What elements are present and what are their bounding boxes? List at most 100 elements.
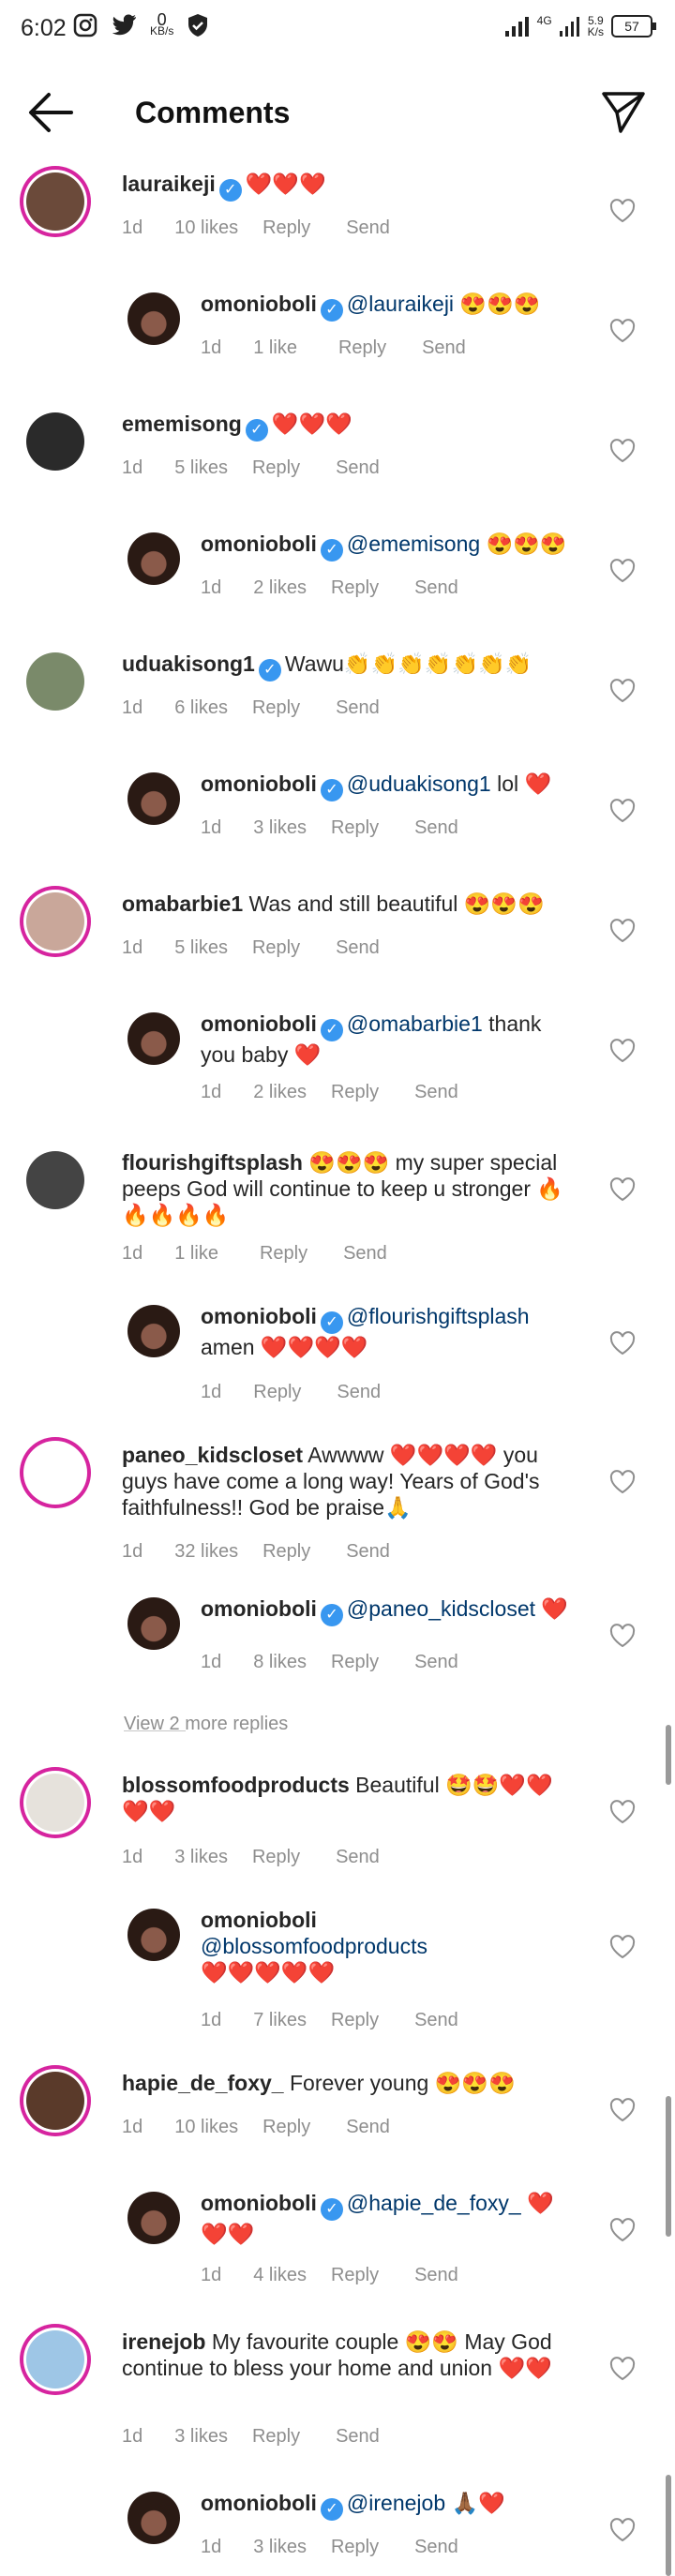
reply-button[interactable]: Reply xyxy=(262,217,310,239)
username-link[interactable]: omonioboli xyxy=(201,2491,317,2515)
like-heart-icon[interactable] xyxy=(609,1177,636,1202)
likes[interactable]: 3 likes xyxy=(174,2426,228,2448)
reply-button[interactable]: Reply xyxy=(252,697,300,719)
reply-button[interactable]: Reply xyxy=(262,2117,310,2138)
back-arrow-icon[interactable] xyxy=(26,90,75,135)
view-more-replies-button[interactable]: View 2 more replies xyxy=(124,1714,288,1735)
avatar[interactable] xyxy=(128,2492,180,2544)
username-link[interactable]: ememisong xyxy=(122,412,242,436)
like-heart-icon[interactable] xyxy=(609,1935,636,1959)
like-heart-icon[interactable] xyxy=(609,1470,636,1494)
send-button[interactable]: Send xyxy=(336,1847,380,1868)
avatar[interactable] xyxy=(128,292,180,345)
like-heart-icon[interactable] xyxy=(609,1624,636,1648)
likes[interactable]: 32 likes xyxy=(174,1541,238,1563)
like-heart-icon[interactable] xyxy=(609,1331,636,1355)
avatar[interactable] xyxy=(128,1305,180,1357)
mention-link[interactable]: @lauraikeji xyxy=(347,292,454,316)
send-button[interactable]: Send xyxy=(336,697,380,719)
username-link[interactable]: blossomfoodproducts xyxy=(122,1773,350,1797)
avatar[interactable] xyxy=(26,412,84,471)
reply-button[interactable]: Reply xyxy=(331,577,379,599)
avatar[interactable] xyxy=(26,1151,84,1209)
avatar[interactable] xyxy=(128,1909,180,1961)
username-link[interactable]: hapie_de_foxy_ xyxy=(122,2071,284,2095)
scrollbar-3[interactable] xyxy=(666,2475,671,2576)
send-button[interactable]: Send xyxy=(346,1541,390,1563)
likes[interactable]: 1 like xyxy=(174,1243,218,1265)
like-heart-icon[interactable] xyxy=(609,559,636,583)
avatar[interactable] xyxy=(26,1774,84,1832)
username-link[interactable]: omonioboli xyxy=(201,292,317,316)
reply-button[interactable]: Reply xyxy=(260,1243,308,1265)
likes[interactable]: 6 likes xyxy=(174,697,228,719)
likes[interactable]: 3 likes xyxy=(174,1847,228,1868)
avatar[interactable] xyxy=(128,532,180,585)
reply-button[interactable]: Reply xyxy=(331,817,379,839)
username-link[interactable]: irenejob xyxy=(122,2329,205,2354)
mention-link[interactable]: @hapie_de_foxy_ xyxy=(347,2191,521,2215)
like-heart-icon[interactable] xyxy=(609,319,636,343)
likes[interactable]: 8 likes xyxy=(253,1652,307,1673)
likes[interactable]: 5 likes xyxy=(174,937,228,959)
username-link[interactable]: omonioboli xyxy=(201,1908,317,1932)
send-button[interactable]: Send xyxy=(336,457,380,479)
send-button[interactable]: Send xyxy=(336,937,380,959)
mention-link[interactable]: @blossomfoodproducts xyxy=(201,1933,576,1959)
reply-button[interactable]: Reply xyxy=(252,2426,300,2448)
send-button[interactable]: Send xyxy=(336,2426,380,2448)
mention-link[interactable]: @irenejob xyxy=(347,2491,445,2515)
direct-message-icon[interactable] xyxy=(600,88,647,135)
send-button[interactable]: Send xyxy=(414,2265,458,2286)
likes[interactable]: 4 likes xyxy=(253,2265,307,2286)
like-heart-icon[interactable] xyxy=(609,1039,636,1063)
reply-button[interactable]: Reply xyxy=(253,1382,301,1403)
send-button[interactable]: Send xyxy=(414,817,458,839)
username-link[interactable]: omabarbie1 xyxy=(122,891,243,916)
likes[interactable]: 1 like xyxy=(253,337,297,359)
avatar[interactable] xyxy=(128,1012,180,1065)
scrollbar-2[interactable] xyxy=(666,2096,671,2237)
username-link[interactable]: flourishgiftsplash xyxy=(122,1150,303,1175)
send-button[interactable]: Send xyxy=(414,2010,458,2031)
send-button[interactable]: Send xyxy=(414,1082,458,1103)
reply-button[interactable]: Reply xyxy=(338,337,386,359)
send-button[interactable]: Send xyxy=(422,337,466,359)
reply-button[interactable]: Reply xyxy=(262,1541,310,1563)
send-button[interactable]: Send xyxy=(343,1243,387,1265)
avatar[interactable] xyxy=(128,2192,180,2244)
like-heart-icon[interactable] xyxy=(609,199,636,223)
likes[interactable]: 2 likes xyxy=(253,1082,307,1103)
username-link[interactable]: omonioboli xyxy=(201,1011,317,1036)
send-button[interactable]: Send xyxy=(414,577,458,599)
scrollbar[interactable] xyxy=(666,1725,671,1785)
username-link[interactable]: omonioboli xyxy=(201,1596,317,1621)
reply-button[interactable]: Reply xyxy=(331,2537,379,2558)
avatar[interactable] xyxy=(26,2072,84,2130)
like-heart-icon[interactable] xyxy=(609,2218,636,2242)
username-link[interactable]: omonioboli xyxy=(201,1304,317,1328)
avatar[interactable] xyxy=(26,1444,84,1502)
like-heart-icon[interactable] xyxy=(609,439,636,463)
username-link[interactable]: uduakisong1 xyxy=(122,651,255,676)
avatar[interactable] xyxy=(26,652,84,711)
like-heart-icon[interactable] xyxy=(609,2098,636,2122)
username-link[interactable]: omonioboli xyxy=(201,771,317,796)
username-link[interactable]: paneo_kidscloset xyxy=(122,1443,303,1467)
send-button[interactable]: Send xyxy=(337,1382,381,1403)
mention-link[interactable]: @ememisong xyxy=(347,532,480,556)
like-heart-icon[interactable] xyxy=(609,1800,636,1824)
mention-link[interactable]: @uduakisong1 xyxy=(347,771,491,796)
reply-button[interactable]: Reply xyxy=(252,1847,300,1868)
like-heart-icon[interactable] xyxy=(609,2518,636,2542)
avatar[interactable] xyxy=(26,172,84,231)
reply-button[interactable]: Reply xyxy=(331,1082,379,1103)
likes[interactable]: 3 likes xyxy=(253,2537,307,2558)
avatar[interactable] xyxy=(26,892,84,951)
reply-button[interactable]: Reply xyxy=(252,937,300,959)
reply-button[interactable]: Reply xyxy=(331,2010,379,2031)
like-heart-icon[interactable] xyxy=(609,2357,636,2381)
reply-button[interactable]: Reply xyxy=(331,1652,379,1673)
avatar[interactable] xyxy=(128,1597,180,1650)
likes[interactable]: 3 likes xyxy=(253,817,307,839)
